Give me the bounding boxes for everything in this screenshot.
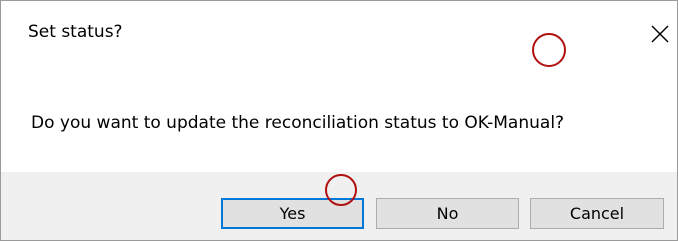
- annotation-circle-titlebar: [532, 33, 566, 67]
- close-button[interactable]: [643, 13, 677, 55]
- dialog-title: Set status?: [28, 22, 123, 42]
- dialog-message: Do you want to update the reconciliation…: [31, 113, 565, 133]
- cancel-button[interactable]: Cancel: [530, 198, 664, 229]
- annotation-circle-yes-button: [325, 174, 357, 206]
- no-button[interactable]: No: [376, 198, 519, 229]
- close-icon: [651, 25, 669, 43]
- dialog-titlebar: Set status?: [1, 1, 677, 63]
